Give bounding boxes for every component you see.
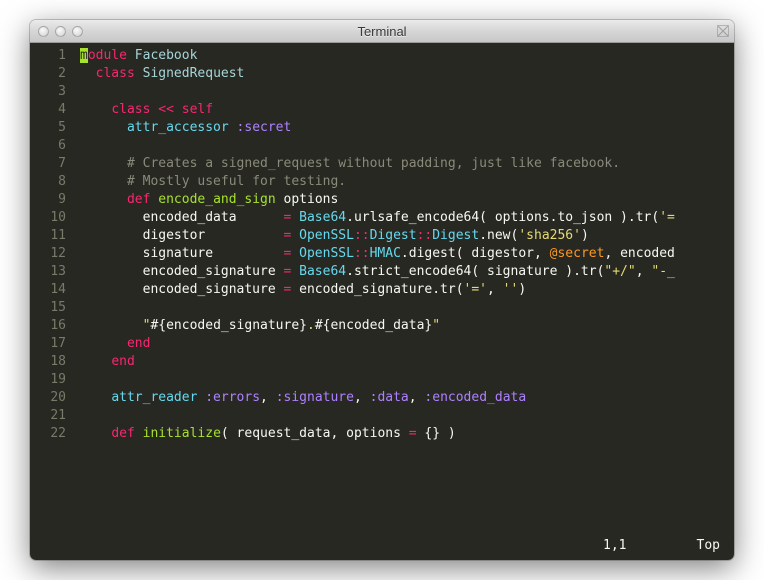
code-line[interactable] bbox=[80, 83, 734, 101]
line-number: 6 bbox=[30, 137, 72, 155]
code-line[interactable]: class SignedRequest bbox=[80, 65, 734, 83]
line-number: 13 bbox=[30, 263, 72, 281]
window-title: Terminal bbox=[30, 24, 734, 39]
line-number: 14 bbox=[30, 281, 72, 299]
code-line[interactable] bbox=[80, 371, 734, 389]
resize-icon[interactable] bbox=[717, 25, 729, 37]
code-line[interactable]: encoded_signature = Base64.strict_encode… bbox=[80, 263, 734, 281]
line-number: 8 bbox=[30, 173, 72, 191]
line-number: 2 bbox=[30, 65, 72, 83]
code-line[interactable]: def encode_and_sign options bbox=[80, 191, 734, 209]
line-number: 19 bbox=[30, 371, 72, 389]
scroll-position: Top bbox=[697, 537, 720, 555]
code-line[interactable]: signature = OpenSSL::HMAC.digest( digest… bbox=[80, 245, 734, 263]
line-number: 16 bbox=[30, 317, 72, 335]
code-line[interactable]: digestor = OpenSSL::Digest::Digest.new('… bbox=[80, 227, 734, 245]
line-number: 20 bbox=[30, 389, 72, 407]
line-number: 17 bbox=[30, 335, 72, 353]
line-number-gutter: 12345678910111213141516171819202122 bbox=[30, 47, 72, 443]
line-number: 18 bbox=[30, 353, 72, 371]
code-line[interactable]: end bbox=[80, 353, 734, 371]
line-number: 22 bbox=[30, 425, 72, 443]
line-number: 7 bbox=[30, 155, 72, 173]
zoom-button[interactable] bbox=[72, 26, 83, 37]
terminal-body[interactable]: 12345678910111213141516171819202122 modu… bbox=[30, 43, 734, 560]
close-button[interactable] bbox=[38, 26, 49, 37]
code-area[interactable]: module Facebook class SignedRequest clas… bbox=[80, 47, 734, 443]
line-number: 11 bbox=[30, 227, 72, 245]
code-line[interactable]: attr_accessor :secret bbox=[80, 119, 734, 137]
line-number: 4 bbox=[30, 101, 72, 119]
line-number: 15 bbox=[30, 299, 72, 317]
status-line: 1,1 Top bbox=[80, 537, 720, 555]
code-line[interactable]: # Creates a signed_request without paddi… bbox=[80, 155, 734, 173]
line-number: 10 bbox=[30, 209, 72, 227]
code-line[interactable] bbox=[80, 137, 734, 155]
code-line[interactable]: module Facebook bbox=[80, 47, 734, 65]
line-number: 3 bbox=[30, 83, 72, 101]
line-number: 12 bbox=[30, 245, 72, 263]
code-line[interactable]: # Mostly useful for testing. bbox=[80, 173, 734, 191]
code-line[interactable]: def initialize( request_data, options = … bbox=[80, 425, 734, 443]
code-line[interactable]: encoded_data = Base64.urlsafe_encode64( … bbox=[80, 209, 734, 227]
code-line[interactable]: "#{encoded_signature}.#{encoded_data}" bbox=[80, 317, 734, 335]
traffic-lights bbox=[30, 26, 83, 37]
cursor-position: 1,1 bbox=[603, 537, 626, 555]
line-number: 1 bbox=[30, 47, 72, 65]
code-line[interactable]: end bbox=[80, 335, 734, 353]
line-number: 5 bbox=[30, 119, 72, 137]
code-line[interactable] bbox=[80, 299, 734, 317]
code-line[interactable]: encoded_signature = encoded_signature.tr… bbox=[80, 281, 734, 299]
titlebar[interactable]: Terminal bbox=[30, 20, 734, 43]
minimize-button[interactable] bbox=[55, 26, 66, 37]
code-line[interactable]: class << self bbox=[80, 101, 734, 119]
terminal-window: Terminal 1234567891011121314151617181920… bbox=[30, 20, 734, 560]
code-line[interactable] bbox=[80, 407, 734, 425]
line-number: 9 bbox=[30, 191, 72, 209]
line-number: 21 bbox=[30, 407, 72, 425]
code-line[interactable]: attr_reader :errors, :signature, :data, … bbox=[80, 389, 734, 407]
